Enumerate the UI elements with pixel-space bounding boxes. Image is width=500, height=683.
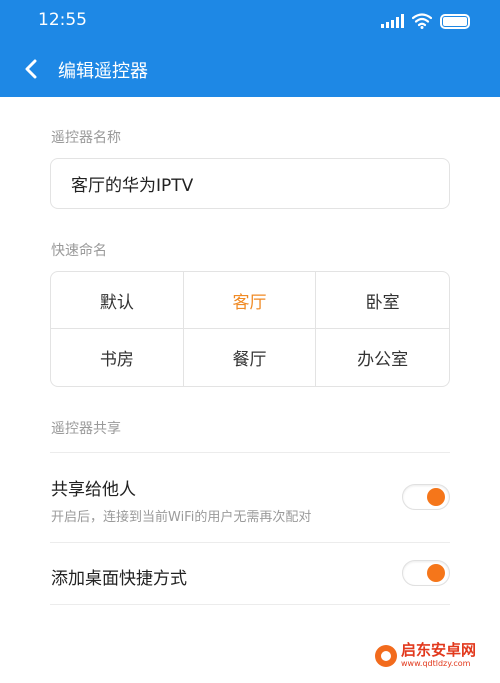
- app-header: 12:55 编辑遥控器: [0, 0, 500, 97]
- quick-name-option[interactable]: 卧室: [316, 272, 449, 329]
- battery-icon: [440, 13, 470, 29]
- share-setting-title: 共享给他人: [51, 480, 136, 500]
- divider: [50, 542, 450, 543]
- toggle-knob: [427, 488, 445, 506]
- watermark-logo-icon: [375, 644, 397, 667]
- remote-name-label: 遥控器名称: [51, 130, 121, 146]
- toolbar: 编辑遥控器: [0, 42, 500, 97]
- quick-name-option-selected[interactable]: 客厅: [183, 272, 317, 329]
- remote-name-input[interactable]: [50, 158, 450, 209]
- quick-name-option[interactable]: 餐厅: [184, 329, 317, 386]
- sharing-section-label: 遥控器共享: [51, 421, 121, 437]
- quick-naming-grid: 默认 客厅 卧室 书房 餐厅 办公室: [50, 271, 450, 387]
- watermark-title: 启东安卓网: [401, 641, 477, 659]
- shortcut-toggle[interactable]: [402, 560, 450, 586]
- back-arrow-icon[interactable]: [16, 54, 46, 84]
- divider: [50, 452, 450, 453]
- share-toggle[interactable]: [402, 484, 450, 510]
- page-title: 编辑遥控器: [58, 61, 148, 82]
- wifi-icon: [412, 13, 432, 29]
- divider: [50, 604, 450, 605]
- quick-name-option[interactable]: 书房: [51, 329, 184, 386]
- quick-name-option[interactable]: 办公室: [316, 329, 449, 386]
- status-bar: 12:55: [0, 0, 500, 42]
- status-time: 12:55: [38, 10, 87, 30]
- signal-icon: [381, 14, 404, 28]
- toggle-knob: [427, 564, 445, 582]
- watermark-url: www.qdtldzy.com: [401, 659, 471, 668]
- quick-naming-label: 快速命名: [51, 243, 107, 259]
- quick-name-option[interactable]: 默认: [51, 272, 184, 329]
- status-icons: [381, 12, 470, 30]
- share-setting-description: 开启后，连接到当前WiFi的用户无需再次配对: [51, 510, 312, 525]
- watermark: 启东安卓网 www.qdtldzy.com: [375, 643, 476, 668]
- shortcut-setting-title: 添加桌面快捷方式: [51, 569, 187, 589]
